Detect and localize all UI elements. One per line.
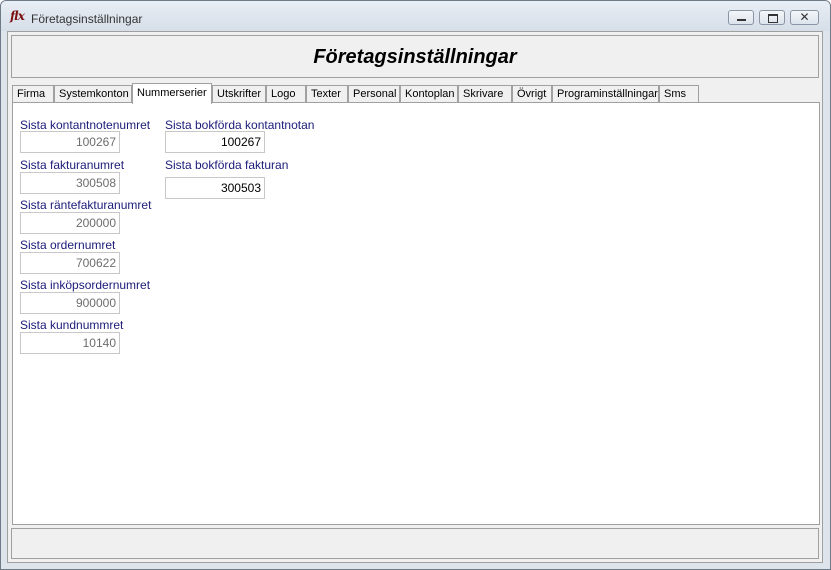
tab-systemkonton[interactable]: Systemkonton bbox=[54, 85, 132, 103]
nummerserier-panel: Sista kontantnotenumret 100267 Sista fak… bbox=[12, 102, 820, 525]
tab-firma[interactable]: Firma bbox=[12, 85, 54, 103]
maximize-icon bbox=[760, 11, 784, 24]
tab-logo[interactable]: Logo bbox=[266, 85, 306, 103]
tab-kontoplan[interactable]: Kontoplan bbox=[400, 85, 458, 103]
minimize-button[interactable] bbox=[728, 10, 754, 25]
faktura-label: Sista fakturanumret bbox=[20, 158, 125, 172]
maximize-button[interactable] bbox=[759, 10, 785, 25]
tab-programinstallningar[interactable]: Programinställningar bbox=[552, 85, 659, 103]
order-field[interactable]: 700622 bbox=[20, 252, 120, 274]
inkopsorder-label: Sista inköpsordernumret bbox=[20, 278, 151, 292]
kundnummer-field[interactable]: 10140 bbox=[20, 332, 120, 354]
close-button[interactable]: ✕ bbox=[790, 10, 819, 25]
status-bar bbox=[11, 528, 819, 559]
order-label: Sista ordernumret bbox=[20, 238, 116, 252]
tab-skrivare[interactable]: Skrivare bbox=[458, 85, 512, 103]
header-panel: Företagsinställningar bbox=[11, 35, 819, 78]
inkopsorder-field[interactable]: 900000 bbox=[20, 292, 120, 314]
tab-sms[interactable]: Sms bbox=[659, 85, 699, 103]
tab-strip: Firma Systemkonton Nummerserier Utskrift… bbox=[12, 83, 822, 104]
window-title: Företagsinställningar bbox=[31, 12, 143, 26]
rantefaktura-label: Sista räntefakturanumret bbox=[20, 198, 152, 212]
title-bar[interactable]: flx Företagsinställningar ✕ bbox=[1, 1, 830, 31]
close-icon: ✕ bbox=[799, 10, 810, 24]
faktura-field[interactable]: 300508 bbox=[20, 172, 120, 194]
bokford-faktura-label: Sista bokförda fakturan bbox=[165, 158, 289, 172]
kontantnote-label: Sista kontantnotenumret bbox=[20, 118, 151, 132]
minimize-icon bbox=[729, 11, 753, 24]
bokford-kontantnota-field[interactable]: 100267 bbox=[165, 131, 265, 153]
bokford-kontantnota-label: Sista bokförda kontantnotan bbox=[165, 118, 315, 132]
kundnummer-label: Sista kundnummret bbox=[20, 318, 124, 332]
tab-ovrigt[interactable]: Övrigt bbox=[512, 85, 552, 103]
main-content: Företagsinställningar Firma Systemkonton… bbox=[7, 31, 823, 563]
kontantnote-field[interactable]: 100267 bbox=[20, 131, 120, 153]
rantefaktura-field[interactable]: 200000 bbox=[20, 212, 120, 234]
page-title: Företagsinställningar bbox=[313, 46, 517, 68]
tab-personal[interactable]: Personal bbox=[348, 85, 400, 103]
app-logo-icon: flx bbox=[10, 9, 25, 23]
tab-utskrifter[interactable]: Utskrifter bbox=[212, 85, 266, 103]
tab-texter[interactable]: Texter bbox=[306, 85, 348, 103]
tab-nummerserier[interactable]: Nummerserier bbox=[132, 83, 212, 104]
bokford-faktura-field[interactable]: 300503 bbox=[165, 177, 265, 199]
app-window: flx Företagsinställningar ✕ Företagsinst… bbox=[0, 0, 831, 570]
